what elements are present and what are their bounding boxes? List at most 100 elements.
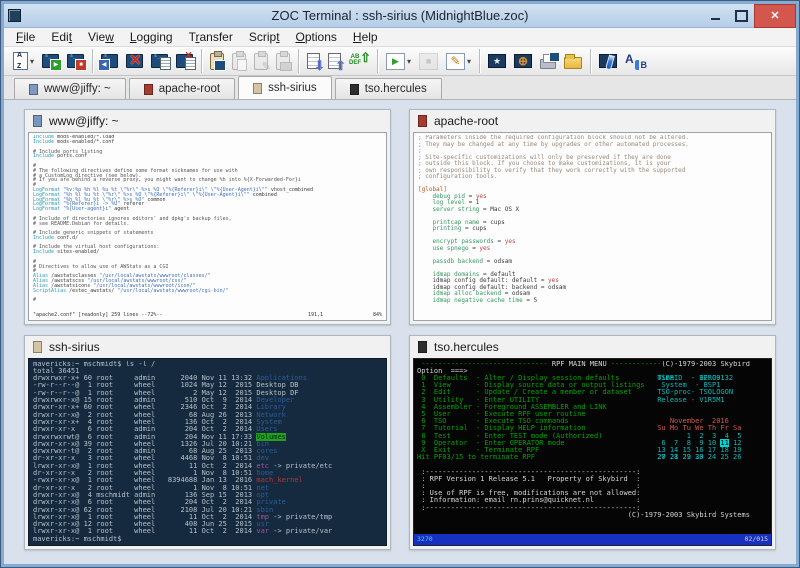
connect-button[interactable]: [39, 47, 63, 75]
open-folder-icon: [564, 54, 583, 70]
panel-title-ssh-sirius[interactable]: ssh-sirius: [28, 336, 387, 358]
terminal-output: ------------------------------ RPF MAIN …: [417, 361, 768, 533]
panel-title-www-jiffy[interactable]: www@jiffy: ~: [28, 110, 387, 132]
character-set-button[interactable]: [622, 47, 650, 75]
clipboard-edit-button: [251, 47, 271, 75]
terminal-type-label: 3270: [417, 534, 433, 543]
fullscreen-icon: [488, 54, 507, 69]
stop-script-icon: [419, 52, 439, 70]
menu-script[interactable]: Script: [241, 28, 288, 46]
session-icon: [418, 115, 427, 128]
send-text-button[interactable]: [346, 47, 372, 75]
remote-address-button[interactable]: [511, 47, 535, 75]
terminal-line: ------------------------------ RPF MAIN …: [417, 360, 750, 368]
disconnect-button[interactable]: [64, 47, 88, 75]
session-log-icon: [151, 53, 172, 71]
paste-icon: [210, 50, 227, 71]
terminal-tso-hercules[interactable]: ------------------------------ RPF MAIN …: [413, 357, 772, 546]
maximize-button[interactable]: [728, 6, 754, 26]
tab-label: www@jiffy: ~: [44, 83, 111, 96]
session-icon: [349, 83, 359, 95]
toolbar-separator: [298, 49, 300, 74]
session-grid: www@jiffy: ~ Include mods-enabled/*.load…: [4, 100, 796, 564]
session-icon: [418, 340, 427, 353]
terminal-line: idmap negative cache time = 5: [432, 296, 538, 304]
edit-script-button[interactable]: ▾: [443, 47, 474, 75]
session-icon: [33, 115, 42, 128]
stop-script-button: [416, 47, 441, 75]
terminal-www-jiffy[interactable]: Include mods-enabled/*.load Include mods-…: [28, 132, 387, 321]
tab-label: ssh-sirius: [268, 82, 317, 95]
fullscreen-button[interactable]: [485, 47, 509, 75]
terminal-line: mavericks:~ mschmidt$: [33, 534, 126, 543]
terminal-line: #: [33, 297, 37, 304]
terminal-ssh-sirius[interactable]: mavericks:~ mschmidt$ ls -l / total 36451…: [28, 357, 387, 546]
toolbar-separator: [590, 49, 592, 74]
close-button[interactable]: [754, 3, 796, 28]
tab-www-jiffy-[interactable]: www@jiffy: ~: [14, 78, 126, 100]
clipboard-print-button: [273, 47, 293, 75]
print-screen-button[interactable]: [537, 47, 561, 75]
menu-edit[interactable]: Edit: [43, 28, 80, 46]
menu-bar: File Edit View Logging Transfer Script Options…: [4, 28, 796, 47]
run-script-button[interactable]: ▾: [383, 47, 414, 75]
menu-help[interactable]: Help: [345, 28, 386, 46]
panel-tso-hercules: tso.hercules ---------------------------…: [409, 334, 776, 550]
panel-title-label: www@jiffy: ~: [49, 114, 119, 129]
run-script-icon: [386, 52, 406, 70]
open-folder-button[interactable]: [561, 47, 585, 75]
tab-ssh-sirius[interactable]: ssh-sirius: [238, 76, 332, 100]
dropdown-caret-icon[interactable]: ▾: [467, 57, 471, 66]
panel-title-tso-hercules[interactable]: tso.hercules: [413, 336, 772, 358]
panel-apache-root: apache-root ; Parameters inside the requ…: [409, 109, 776, 325]
title-bar[interactable]: ZOC Terminal : ssh-sirius (MidnightBlue.…: [4, 3, 796, 28]
toolbar-separator: [377, 49, 379, 74]
close-session-icon: [126, 51, 144, 69]
tab-tso-hercules[interactable]: tso.hercules: [334, 78, 442, 100]
edit-script-icon: [446, 52, 466, 70]
vim-percent: 84%: [372, 311, 382, 318]
host-directory-button[interactable]: ▾: [10, 47, 37, 75]
capture-icon: [599, 54, 618, 69]
toolbar-separator: [92, 49, 94, 74]
terminal-3270-status-bar: 3270 02/015: [414, 534, 771, 545]
panel-www-jiffy: www@jiffy: ~ Include mods-enabled/*.load…: [24, 109, 391, 325]
terminal-line: mavericks:~ mschmidt$ ls -l /: [33, 360, 156, 368]
receive-file-button[interactable]: [304, 47, 325, 75]
dropdown-caret-icon[interactable]: ▾: [30, 57, 34, 66]
menu-options[interactable]: Options: [288, 28, 345, 46]
connect-icon: [42, 53, 63, 72]
clipboard-print-icon: [276, 50, 293, 71]
toolbar-separator: [479, 49, 481, 74]
menu-file[interactable]: File: [8, 28, 43, 46]
vim-file-info: "apache2.conf" [readonly] 259 lines --72…: [33, 311, 163, 318]
dropdown-caret-icon[interactable]: ▾: [407, 57, 411, 66]
session-log-button[interactable]: [148, 47, 172, 75]
cursor-position-label: 02/015: [744, 534, 768, 543]
app-window: ZOC Terminal : ssh-sirius (MidnightBlue.…: [0, 0, 800, 568]
vim-ruler: 191,1: [308, 311, 324, 318]
minimize-button[interactable]: [702, 6, 728, 26]
paste-button[interactable]: [207, 47, 227, 75]
print-screen-icon: [540, 52, 561, 70]
panel-title-apache-root[interactable]: apache-root: [413, 110, 772, 132]
clipboard-edit-icon: [254, 50, 271, 73]
close-session-button[interactable]: [123, 47, 146, 75]
tab-label: tso.hercules: [364, 83, 427, 96]
tab-bar: www@jiffy: ~ apache-root ssh-sirius tso.her…: [4, 76, 796, 101]
receive-file-icon: [307, 53, 325, 74]
tab-apache-root[interactable]: apache-root: [128, 78, 236, 100]
disconnect-icon: [67, 53, 88, 72]
capture-button[interactable]: [596, 47, 620, 75]
terminal-apache-root[interactable]: ; Parameters inside the required configu…: [413, 132, 772, 321]
host-directory-icon: [13, 52, 28, 71]
menu-logging[interactable]: Logging: [122, 28, 181, 46]
session-icon: [143, 83, 153, 95]
window-title: ZOC Terminal : ssh-sirius (MidnightBlue.…: [271, 8, 529, 23]
previous-session-button[interactable]: [98, 47, 121, 75]
stop-log-button[interactable]: [173, 47, 198, 75]
session-icon: [253, 82, 263, 94]
send-file-button[interactable]: [325, 47, 346, 75]
menu-view[interactable]: View: [80, 28, 122, 46]
menu-transfer[interactable]: Transfer: [181, 28, 241, 46]
